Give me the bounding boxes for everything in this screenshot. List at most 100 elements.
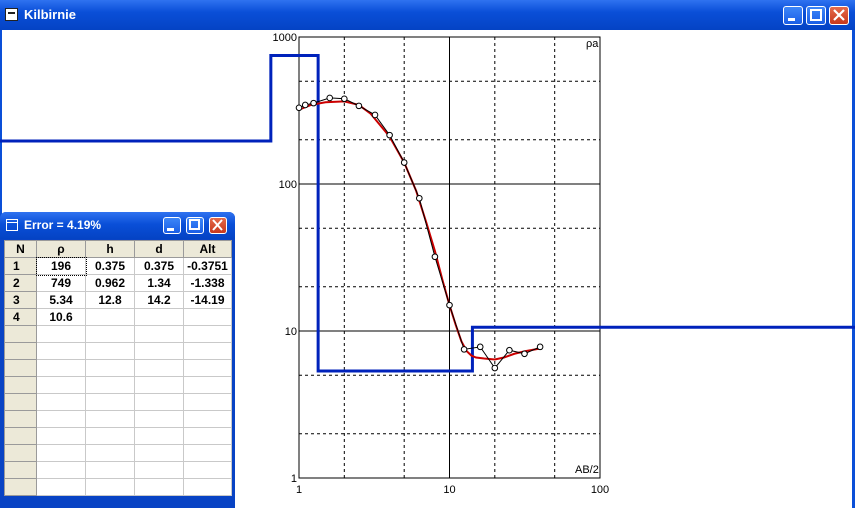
error-maximize-button[interactable] bbox=[186, 217, 204, 234]
table-cell[interactable] bbox=[183, 376, 232, 394]
observed-point[interactable] bbox=[431, 253, 439, 261]
title-bar[interactable]: Kilbirnie bbox=[0, 0, 855, 30]
table-cell[interactable] bbox=[85, 376, 135, 394]
table-row[interactable] bbox=[4, 444, 232, 462]
observed-point[interactable] bbox=[506, 346, 513, 354]
observed-point[interactable] bbox=[310, 99, 317, 107]
table-row[interactable] bbox=[4, 359, 232, 377]
error-close-button[interactable] bbox=[209, 217, 227, 234]
table-cell[interactable] bbox=[36, 359, 86, 377]
observed-point[interactable] bbox=[355, 102, 363, 110]
table-cell[interactable]: 10.6 bbox=[36, 308, 86, 326]
column-header[interactable]: ρ bbox=[36, 240, 86, 258]
error-window-title-bar[interactable]: Error = 4.19% bbox=[0, 212, 235, 239]
table-cell[interactable] bbox=[134, 410, 184, 428]
table-row[interactable] bbox=[4, 376, 232, 394]
table-cell[interactable] bbox=[36, 461, 86, 479]
table-cell[interactable]: 1.34 bbox=[134, 274, 184, 292]
table-cell[interactable]: -1.338 bbox=[183, 274, 232, 292]
error-minimize-button[interactable] bbox=[163, 217, 181, 234]
table-cell[interactable] bbox=[134, 478, 184, 496]
observed-point[interactable] bbox=[301, 101, 309, 109]
table-cell[interactable]: 14.2 bbox=[134, 291, 184, 309]
table-cell[interactable] bbox=[183, 444, 232, 462]
table-cell[interactable]: 0.375 bbox=[134, 257, 184, 275]
observed-point[interactable] bbox=[460, 346, 468, 353]
table-row[interactable]: 1 196 0.375 0.375 -0.3751 bbox=[4, 256, 232, 276]
table-cell[interactable] bbox=[134, 393, 184, 411]
table-cell[interactable]: 749 bbox=[36, 274, 86, 292]
table-cell[interactable] bbox=[36, 444, 86, 462]
table-cell[interactable] bbox=[85, 325, 135, 343]
table-cell[interactable]: 196 bbox=[35, 256, 87, 276]
observed-point[interactable] bbox=[536, 343, 544, 351]
observed-point[interactable] bbox=[476, 343, 484, 351]
table-cell[interactable] bbox=[85, 359, 135, 377]
table-row[interactable]: 3 5.34 12.8 14.2 -14.19 bbox=[4, 291, 232, 309]
table-row[interactable] bbox=[4, 478, 232, 496]
table-cell[interactable] bbox=[85, 444, 135, 462]
table-row[interactable] bbox=[4, 427, 232, 445]
observed-point[interactable] bbox=[326, 94, 334, 102]
observed-point[interactable] bbox=[386, 131, 393, 139]
table-cell[interactable] bbox=[85, 308, 135, 326]
table-cell[interactable] bbox=[183, 308, 232, 326]
table-cell[interactable] bbox=[183, 325, 232, 343]
table-row[interactable] bbox=[4, 393, 232, 411]
column-header[interactable]: h bbox=[85, 240, 135, 258]
table-cell[interactable] bbox=[36, 478, 86, 496]
table-cell[interactable]: -14.19 bbox=[183, 291, 232, 309]
table-cell[interactable] bbox=[134, 444, 184, 462]
column-header[interactable]: d bbox=[134, 240, 184, 258]
table-cell[interactable] bbox=[85, 410, 135, 428]
observed-point[interactable] bbox=[416, 194, 423, 202]
table-row[interactable] bbox=[4, 410, 232, 428]
observed-point[interactable] bbox=[295, 104, 303, 112]
table-cell[interactable] bbox=[134, 342, 184, 360]
observed-point[interactable] bbox=[446, 301, 453, 309]
table-cell[interactable] bbox=[183, 427, 232, 445]
table-cell[interactable] bbox=[36, 427, 86, 445]
observed-point[interactable] bbox=[341, 95, 348, 103]
minimize-button[interactable] bbox=[783, 6, 803, 25]
column-header[interactable]: N bbox=[4, 240, 37, 258]
table-cell[interactable] bbox=[134, 461, 184, 479]
table-cell[interactable]: 0.375 bbox=[85, 257, 135, 275]
close-button[interactable] bbox=[829, 6, 849, 25]
table-cell[interactable] bbox=[36, 393, 86, 411]
table-cell[interactable] bbox=[85, 461, 135, 479]
maximize-button[interactable] bbox=[806, 6, 826, 25]
table-cell[interactable] bbox=[134, 325, 184, 343]
table-cell[interactable] bbox=[183, 410, 232, 428]
table-cell[interactable] bbox=[183, 359, 232, 377]
table-row[interactable]: 4 10.6 bbox=[4, 308, 232, 326]
table-cell[interactable] bbox=[183, 393, 232, 411]
column-header[interactable]: Alt bbox=[183, 240, 232, 258]
table-row[interactable]: 2 749 0.962 1.34 -1.338 bbox=[4, 274, 232, 292]
table-cell[interactable]: 12.8 bbox=[85, 291, 135, 309]
table-cell[interactable]: 0.962 bbox=[85, 274, 135, 292]
table-cell[interactable] bbox=[183, 461, 232, 479]
table-cell[interactable] bbox=[85, 478, 135, 496]
table-row[interactable] bbox=[4, 325, 232, 343]
table-cell[interactable] bbox=[36, 410, 86, 428]
observed-point[interactable] bbox=[491, 364, 499, 372]
table-cell[interactable]: 5.34 bbox=[36, 291, 86, 309]
table-cell[interactable] bbox=[85, 342, 135, 360]
observed-point[interactable] bbox=[521, 350, 528, 358]
observed-point[interactable] bbox=[400, 159, 408, 166]
table-cell[interactable] bbox=[183, 342, 232, 360]
observed-point[interactable] bbox=[371, 111, 379, 119]
table-cell[interactable] bbox=[85, 427, 135, 445]
table-cell[interactable] bbox=[36, 325, 86, 343]
table-cell[interactable]: -0.3751 bbox=[183, 257, 232, 275]
layer-table[interactable]: N ρ h d Alt 1 196 0.375 0.375 -0.3751 2 749 0.9… bbox=[4, 240, 232, 496]
table-row[interactable] bbox=[4, 461, 232, 479]
table-row[interactable] bbox=[4, 342, 232, 360]
table-cell[interactable] bbox=[36, 376, 86, 394]
app-icon[interactable] bbox=[5, 8, 18, 21]
table-cell[interactable] bbox=[134, 308, 184, 326]
table-cell[interactable] bbox=[85, 393, 135, 411]
table-cell[interactable] bbox=[183, 478, 232, 496]
table-cell[interactable] bbox=[134, 376, 184, 394]
